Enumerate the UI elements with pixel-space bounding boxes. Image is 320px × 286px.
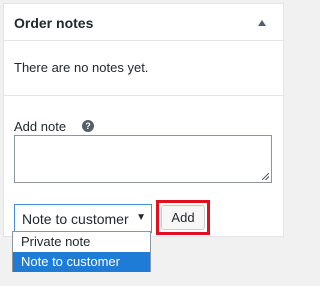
panel-header[interactable]: Order notes <box>4 4 283 41</box>
collapse-toggle-icon[interactable] <box>258 20 266 26</box>
help-icon[interactable]: ? <box>82 120 94 132</box>
order-notes-panel: Order notes There are no notes yet. Add … <box>3 3 284 237</box>
note-textarea[interactable] <box>14 135 272 183</box>
option-note-to-customer[interactable]: Note to customer <box>13 252 150 272</box>
option-private-note[interactable]: Private note <box>13 232 150 252</box>
divider <box>4 95 283 96</box>
note-type-select[interactable]: Note to customer ▼ <box>14 204 152 233</box>
panel-title: Order notes <box>14 15 94 31</box>
resize-grip-icon[interactable] <box>262 173 269 180</box>
empty-notes-message: There are no notes yet. <box>14 60 149 75</box>
add-note-label: Add note <box>14 119 67 134</box>
note-type-dropdown-list: Private note Note to customer <box>12 231 151 272</box>
highlight-annotation-box <box>156 200 210 235</box>
note-type-selected-value: Note to customer <box>22 211 129 227</box>
chevron-down-icon: ▼ <box>136 212 146 223</box>
